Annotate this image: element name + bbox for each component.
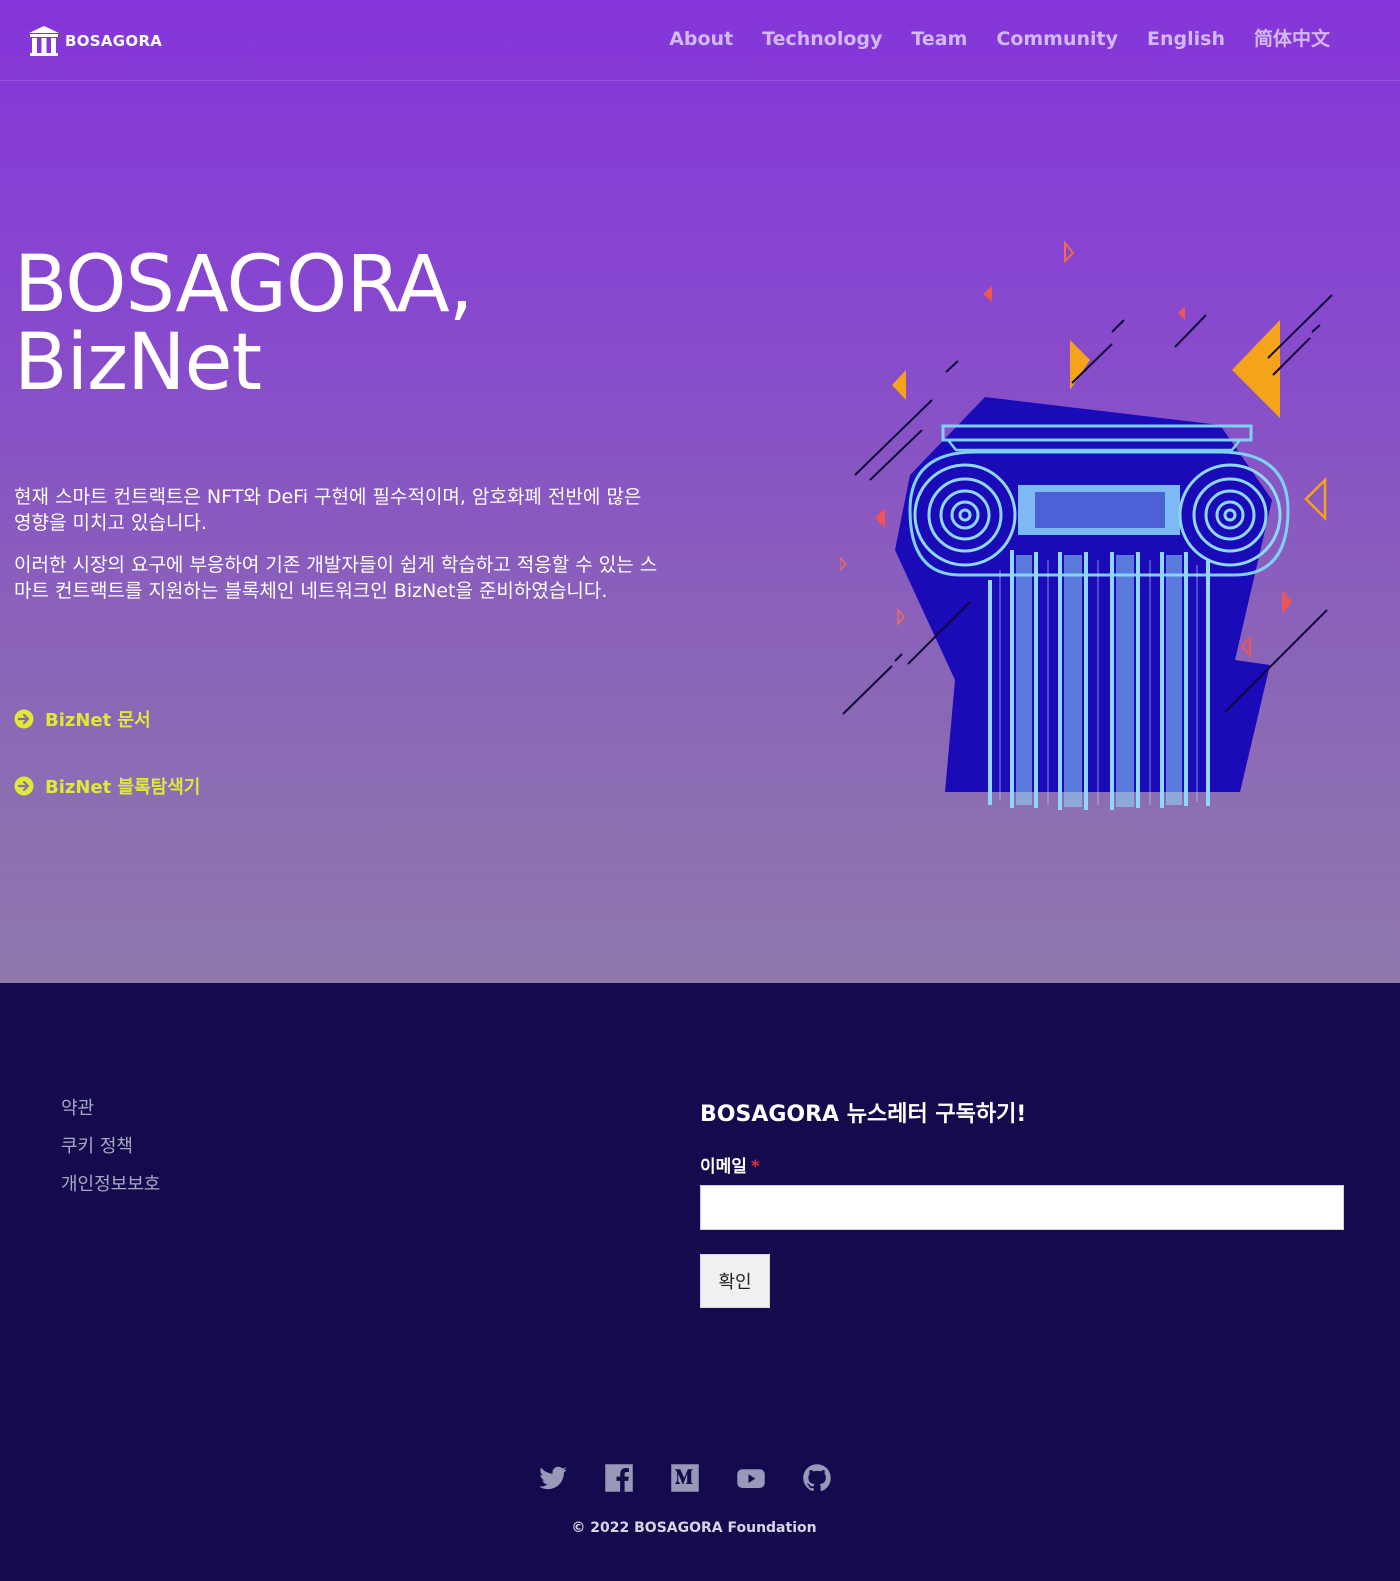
biznet-explorer-link[interactable]: BizNet 블록탐색기 bbox=[14, 773, 200, 799]
hero-paragraph-1: 현재 스마트 컨트랙트은 NFT와 DeFi 구현에 필수적이며, 암호화폐 전… bbox=[14, 486, 642, 534]
email-label: 이메일 * bbox=[700, 1155, 1344, 1179]
brand-name: BOSAGORA bbox=[65, 32, 163, 50]
nav-community[interactable]: Community bbox=[996, 24, 1118, 54]
required-mark: * bbox=[750, 1157, 760, 1177]
hero-section: BOSAGORA About Technology Team Community… bbox=[0, 0, 1400, 983]
arrow-circle-right-icon bbox=[14, 776, 34, 796]
youtube-icon[interactable] bbox=[736, 1463, 766, 1493]
title-line-1: BOSAGORA, bbox=[14, 240, 474, 330]
ionic-column-illustration bbox=[840, 240, 1333, 810]
social-links bbox=[538, 1463, 832, 1493]
footer-privacy-link[interactable]: 개인정보보호 bbox=[61, 1173, 160, 1197]
medium-icon[interactable] bbox=[670, 1463, 700, 1493]
nav-language-english[interactable]: English bbox=[1147, 24, 1225, 54]
newsletter-form: BOSAGORA 뉴스레터 구독하기! 이메일 * 확인 bbox=[700, 1099, 1344, 1308]
biznet-docs-link[interactable]: BizNet 문서 bbox=[14, 706, 151, 732]
hero-paragraph-2: 이러한 시장의 요구에 부응하여 기존 개발자들이 쉽게 학습하고 적응할 수 … bbox=[14, 554, 658, 602]
nav-team[interactable]: Team bbox=[911, 24, 967, 54]
nav-about[interactable]: About bbox=[669, 24, 733, 54]
biznet-docs-label: BizNet 문서 bbox=[45, 710, 151, 731]
newsletter-submit-button[interactable]: 확인 bbox=[700, 1254, 770, 1308]
top-navigation-bar: BOSAGORA About Technology Team Community… bbox=[0, 0, 1400, 81]
facebook-icon[interactable] bbox=[604, 1463, 634, 1493]
temple-logo-icon bbox=[29, 26, 59, 56]
twitter-icon[interactable] bbox=[538, 1463, 568, 1493]
page-title: BOSAGORA, BizNet bbox=[14, 246, 714, 402]
brand-logo[interactable]: BOSAGORA bbox=[28, 25, 162, 57]
github-icon[interactable] bbox=[802, 1463, 832, 1493]
footer-terms-link[interactable]: 약관 bbox=[61, 1097, 160, 1121]
newsletter-title: BOSAGORA 뉴스레터 구독하기! bbox=[700, 1102, 1027, 1127]
main-nav: About Technology Team Community English … bbox=[669, 24, 1330, 54]
nav-language-chinese[interactable]: 简体中文 bbox=[1254, 24, 1330, 54]
hero-description: 현재 스마트 컨트랙트은 NFT와 DeFi 구현에 필수적이며, 암호화폐 전… bbox=[14, 484, 664, 620]
email-label-text: 이메일 bbox=[700, 1157, 747, 1177]
email-input[interactable] bbox=[700, 1185, 1344, 1230]
nav-technology[interactable]: Technology bbox=[762, 24, 882, 54]
footer-links: 약관 쿠키 정책 개인정보보호 bbox=[61, 1097, 160, 1211]
biznet-explorer-label: BizNet 블록탐색기 bbox=[45, 777, 201, 798]
footer-cookie-policy-link[interactable]: 쿠키 정책 bbox=[61, 1135, 160, 1159]
copyright-text: © 2022 BOSAGORA Foundation bbox=[571, 1520, 817, 1536]
arrow-circle-right-icon bbox=[14, 709, 34, 729]
title-line-2: BizNet bbox=[14, 318, 262, 408]
